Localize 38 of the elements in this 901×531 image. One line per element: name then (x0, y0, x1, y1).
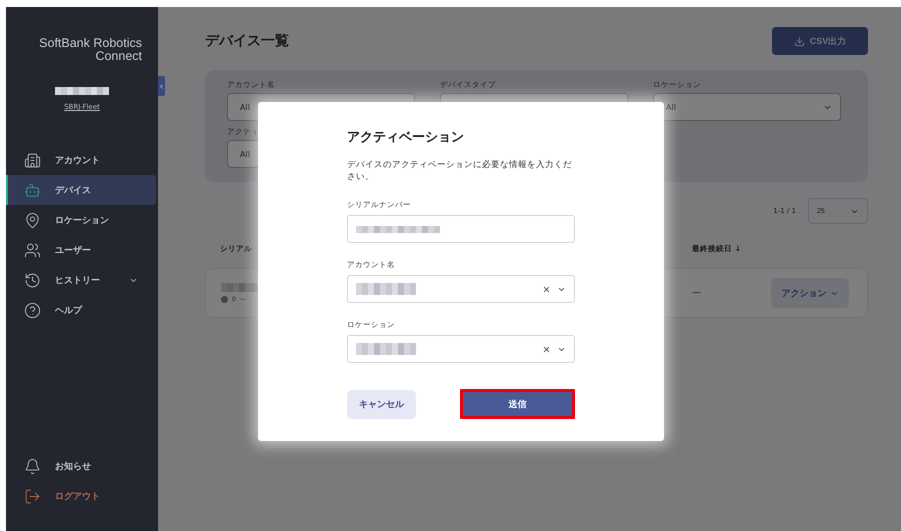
logout-icon (24, 488, 41, 504)
nav-item[interactable]: ユーザー (6, 235, 156, 265)
status-dot (221, 296, 228, 303)
filter-select[interactable]: All (653, 93, 841, 121)
blurred-text (221, 283, 257, 292)
blurred-text (356, 283, 416, 295)
nav-item[interactable]: アカウント (6, 145, 156, 175)
nav-item[interactable]: デバイス (6, 175, 156, 205)
bell-icon (24, 458, 41, 474)
nav-item[interactable]: ロケーション (6, 205, 156, 235)
nav-item[interactable]: ヒストリー (6, 265, 156, 295)
clear-icon[interactable] (542, 284, 551, 294)
help-icon (24, 302, 41, 318)
brand-logo-text: SoftBank Robotics (39, 37, 142, 50)
building-icon (24, 152, 41, 168)
input-field[interactable] (347, 215, 575, 243)
history-icon (24, 272, 41, 288)
download-icon (794, 36, 805, 46)
page-title: デバイス一覧 (205, 32, 289, 50)
robot-icon (24, 182, 41, 198)
clear-icon[interactable] (542, 344, 551, 354)
blurred-text (356, 343, 416, 355)
dialog-description: デバイスのアクティベーションに必要な情報を入力ください。 (347, 159, 573, 183)
select-field[interactable] (347, 275, 575, 303)
nav-item[interactable]: お知らせ (6, 451, 156, 481)
map-pin-icon (24, 212, 41, 228)
brand-logo-text: Connect (95, 50, 142, 63)
logout-item[interactable]: ログアウト (6, 481, 156, 511)
select-field[interactable] (347, 335, 575, 363)
submit-button[interactable]: 送信 (460, 389, 575, 419)
blurred-text (55, 87, 109, 95)
table-cell: — (692, 288, 701, 298)
nav-item[interactable]: ヘルプ (6, 295, 156, 325)
cancel-button[interactable]: キャンセル (347, 390, 416, 418)
chevron-left-icon (158, 82, 165, 90)
collapse-button[interactable] (158, 76, 165, 96)
users-icon (24, 242, 41, 258)
dialog-title: アクティベーション (347, 129, 465, 146)
